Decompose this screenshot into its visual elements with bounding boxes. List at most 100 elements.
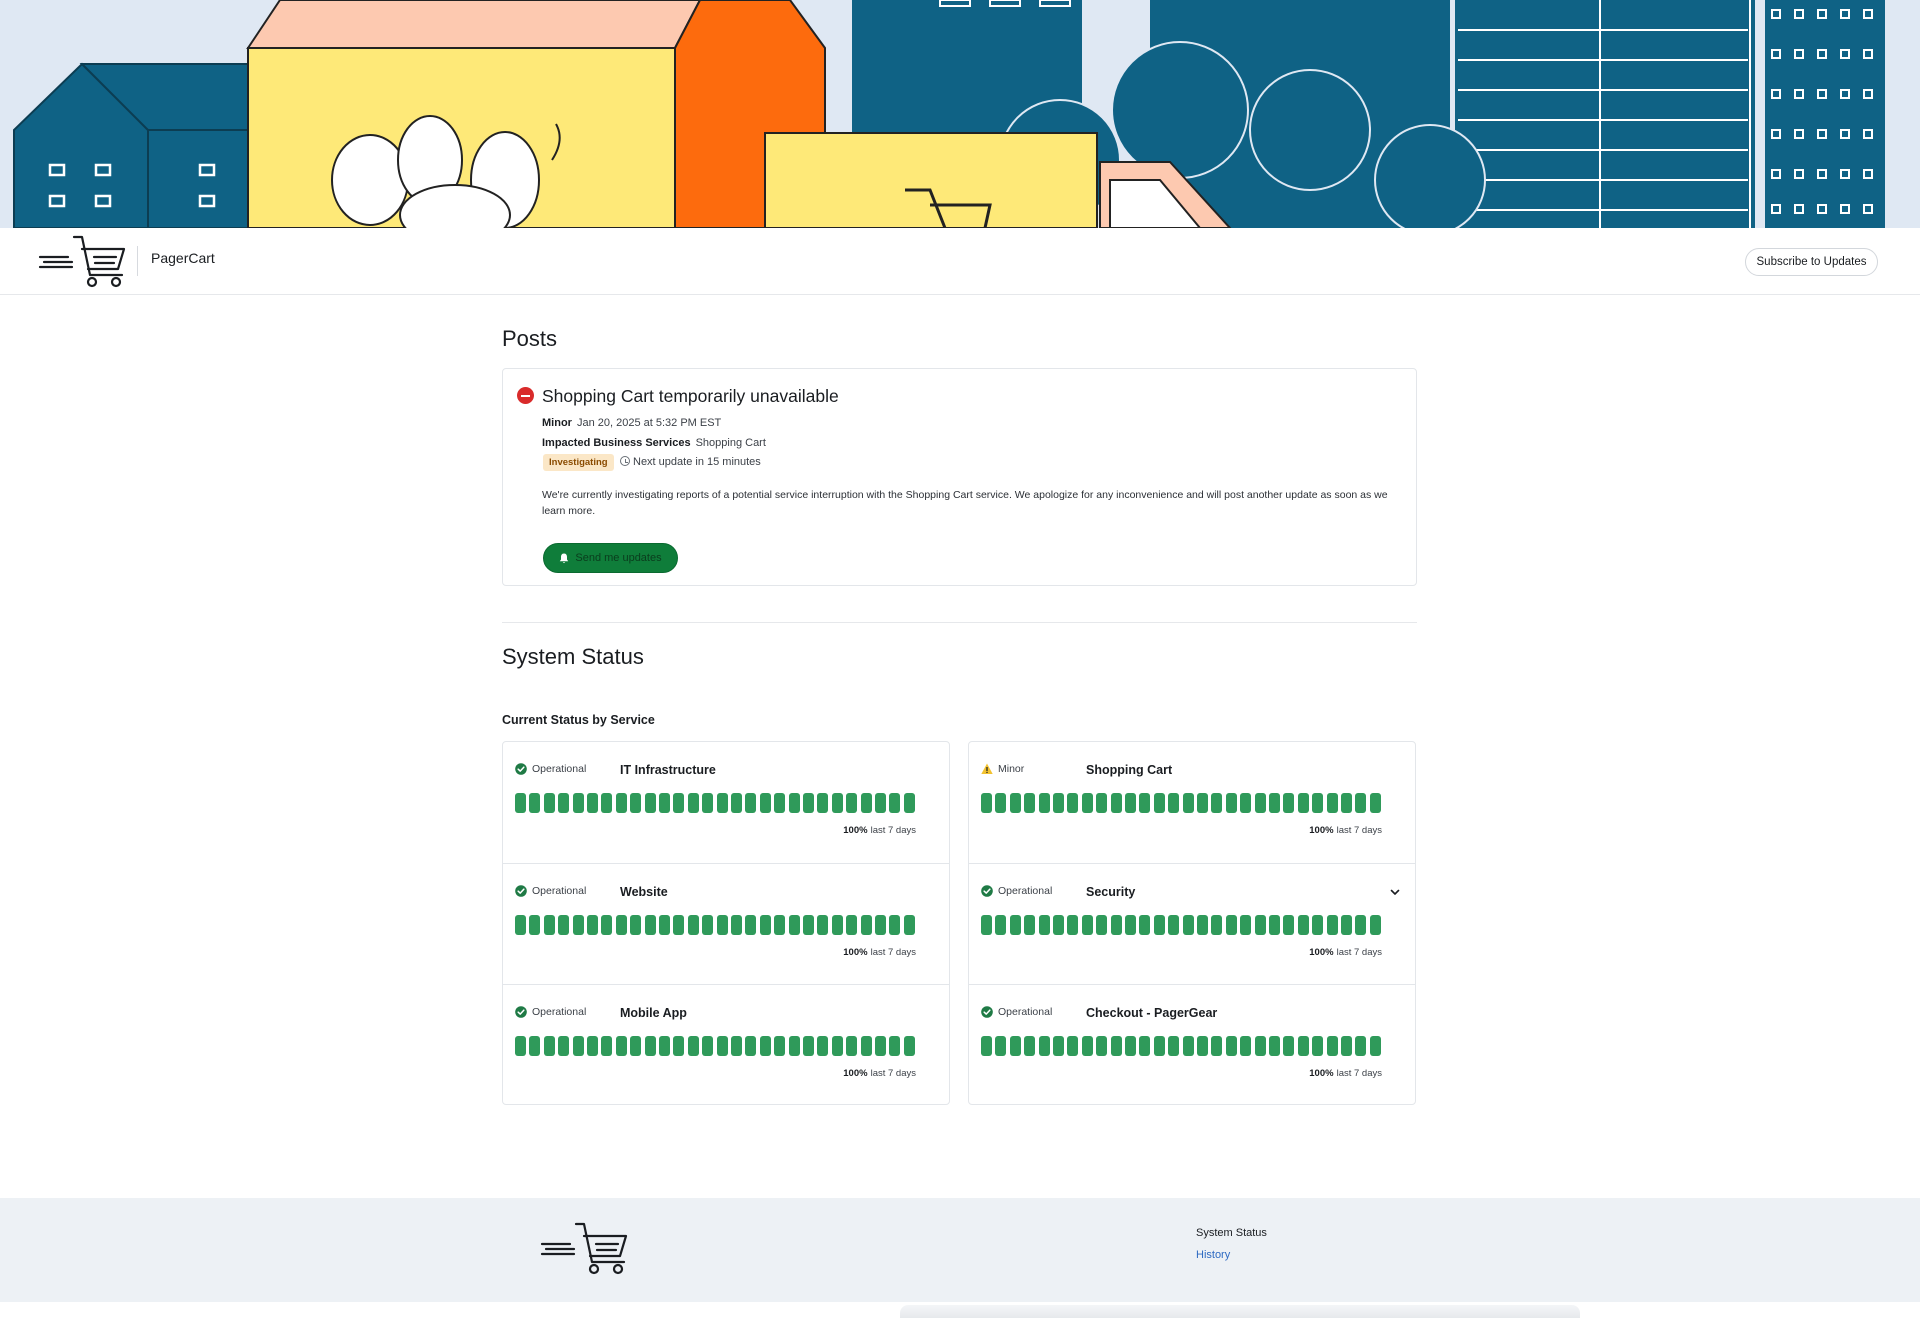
uptime-day-bar[interactable] (788, 793, 800, 813)
uptime-day-bar[interactable] (831, 915, 843, 935)
uptime-day-bar[interactable] (1110, 1036, 1122, 1056)
uptime-day-bar[interactable] (659, 915, 670, 935)
uptime-day-bar[interactable] (903, 1036, 915, 1056)
footer-history-link[interactable]: History (1196, 1249, 1230, 1261)
uptime-day-bar[interactable] (659, 793, 670, 813)
uptime-day-bar[interactable] (817, 915, 829, 935)
uptime-day-bar[interactable] (1355, 915, 1367, 935)
uptime-day-bar[interactable] (731, 793, 742, 813)
uptime-day-bar[interactable] (615, 793, 627, 813)
uptime-day-bar[interactable] (1182, 793, 1194, 813)
uptime-day-bar[interactable] (995, 1036, 1007, 1056)
pagercart-logo[interactable] (38, 235, 128, 289)
brand-name[interactable]: PagerCart (151, 250, 215, 266)
uptime-day-bar[interactable] (731, 1036, 742, 1056)
uptime-day-bar[interactable] (903, 915, 915, 935)
uptime-day-bar[interactable] (875, 1036, 886, 1056)
uptime-day-bar[interactable] (1081, 1036, 1093, 1056)
uptime-day-bar[interactable] (1125, 915, 1136, 935)
uptime-day-bar[interactable] (1067, 793, 1079, 813)
uptime-day-bar[interactable] (601, 1036, 613, 1056)
uptime-day-bar[interactable] (673, 915, 685, 935)
uptime-day-bar[interactable] (1081, 915, 1093, 935)
uptime-day-bar[interactable] (803, 1036, 814, 1056)
uptime-day-bar[interactable] (644, 1036, 656, 1056)
uptime-day-bar[interactable] (702, 793, 714, 813)
uptime-day-bar[interactable] (1153, 1036, 1165, 1056)
uptime-day-bar[interactable] (1283, 1036, 1295, 1056)
uptime-day-bar[interactable] (1009, 793, 1021, 813)
uptime-day-bar[interactable] (587, 793, 598, 813)
uptime-day-bar[interactable] (759, 793, 771, 813)
uptime-day-bar[interactable] (1182, 915, 1194, 935)
uptime-day-bar[interactable] (558, 915, 570, 935)
uptime-day-bar[interactable] (846, 1036, 858, 1056)
uptime-day-bar[interactable] (1326, 793, 1338, 813)
uptime-day-bar[interactable] (1269, 793, 1280, 813)
uptime-day-bar[interactable] (1211, 793, 1223, 813)
uptime-day-bar[interactable] (1312, 1036, 1324, 1056)
uptime-day-bar[interactable] (860, 1036, 872, 1056)
uptime-day-bar[interactable] (1225, 915, 1237, 935)
uptime-day-bar[interactable] (1139, 793, 1151, 813)
uptime-day-bar[interactable] (846, 915, 858, 935)
uptime-day-bar[interactable] (1139, 915, 1151, 935)
uptime-day-bar[interactable] (846, 793, 858, 813)
uptime-day-bar[interactable] (1096, 1036, 1108, 1056)
uptime-day-bar[interactable] (1053, 915, 1064, 935)
uptime-day-bar[interactable] (981, 915, 992, 935)
uptime-day-bar[interactable] (774, 793, 786, 813)
uptime-day-bar[interactable] (1341, 793, 1352, 813)
uptime-day-bar[interactable] (1341, 1036, 1352, 1056)
uptime-day-bar[interactable] (1312, 793, 1324, 813)
uptime-day-bar[interactable] (817, 793, 829, 813)
uptime-day-bar[interactable] (1110, 793, 1122, 813)
uptime-day-bar[interactable] (745, 793, 757, 813)
uptime-day-bar[interactable] (1369, 793, 1381, 813)
uptime-day-bar[interactable] (1254, 793, 1266, 813)
post-title[interactable]: Shopping Cart temporarily unavailable (542, 386, 839, 407)
uptime-day-bar[interactable] (1283, 915, 1295, 935)
uptime-day-bar[interactable] (543, 1036, 555, 1056)
uptime-day-bar[interactable] (1024, 915, 1036, 935)
chevron-down-icon[interactable] (1389, 886, 1401, 898)
uptime-day-bar[interactable] (515, 1036, 526, 1056)
uptime-day-bar[interactable] (1009, 1036, 1021, 1056)
uptime-day-bar[interactable] (745, 915, 757, 935)
uptime-day-bar[interactable] (1225, 1036, 1237, 1056)
uptime-day-bar[interactable] (788, 1036, 800, 1056)
uptime-day-bar[interactable] (601, 915, 613, 935)
uptime-day-bar[interactable] (601, 793, 613, 813)
uptime-day-bar[interactable] (1211, 1036, 1223, 1056)
uptime-day-bar[interactable] (630, 915, 642, 935)
uptime-day-bar[interactable] (1067, 915, 1079, 935)
service-name[interactable]: Website (620, 885, 668, 899)
uptime-day-bar[interactable] (1096, 793, 1108, 813)
uptime-day-bar[interactable] (889, 793, 901, 813)
uptime-day-bar[interactable] (1341, 915, 1352, 935)
uptime-day-bar[interactable] (759, 915, 771, 935)
service-name[interactable]: Shopping Cart (1086, 763, 1172, 777)
uptime-day-bar[interactable] (889, 1036, 901, 1056)
uptime-day-bar[interactable] (995, 915, 1007, 935)
uptime-day-bar[interactable] (803, 793, 814, 813)
uptime-day-bar[interactable] (1197, 793, 1208, 813)
uptime-day-bar[interactable] (903, 793, 915, 813)
uptime-day-bar[interactable] (558, 1036, 570, 1056)
uptime-day-bar[interactable] (1326, 915, 1338, 935)
uptime-day-bar[interactable] (1053, 793, 1064, 813)
uptime-day-bar[interactable] (1053, 1036, 1064, 1056)
uptime-day-bar[interactable] (1312, 915, 1324, 935)
uptime-day-bar[interactable] (788, 915, 800, 935)
uptime-day-bar[interactable] (615, 1036, 627, 1056)
uptime-day-bar[interactable] (687, 915, 699, 935)
uptime-day-bar[interactable] (1355, 1036, 1367, 1056)
service-name[interactable]: Checkout - PagerGear (1086, 1006, 1217, 1020)
uptime-day-bar[interactable] (644, 793, 656, 813)
uptime-day-bar[interactable] (1168, 793, 1180, 813)
uptime-day-bar[interactable] (1225, 793, 1237, 813)
uptime-day-bar[interactable] (515, 793, 526, 813)
uptime-day-bar[interactable] (1240, 915, 1252, 935)
uptime-day-bar[interactable] (572, 793, 584, 813)
uptime-day-bar[interactable] (1355, 793, 1367, 813)
